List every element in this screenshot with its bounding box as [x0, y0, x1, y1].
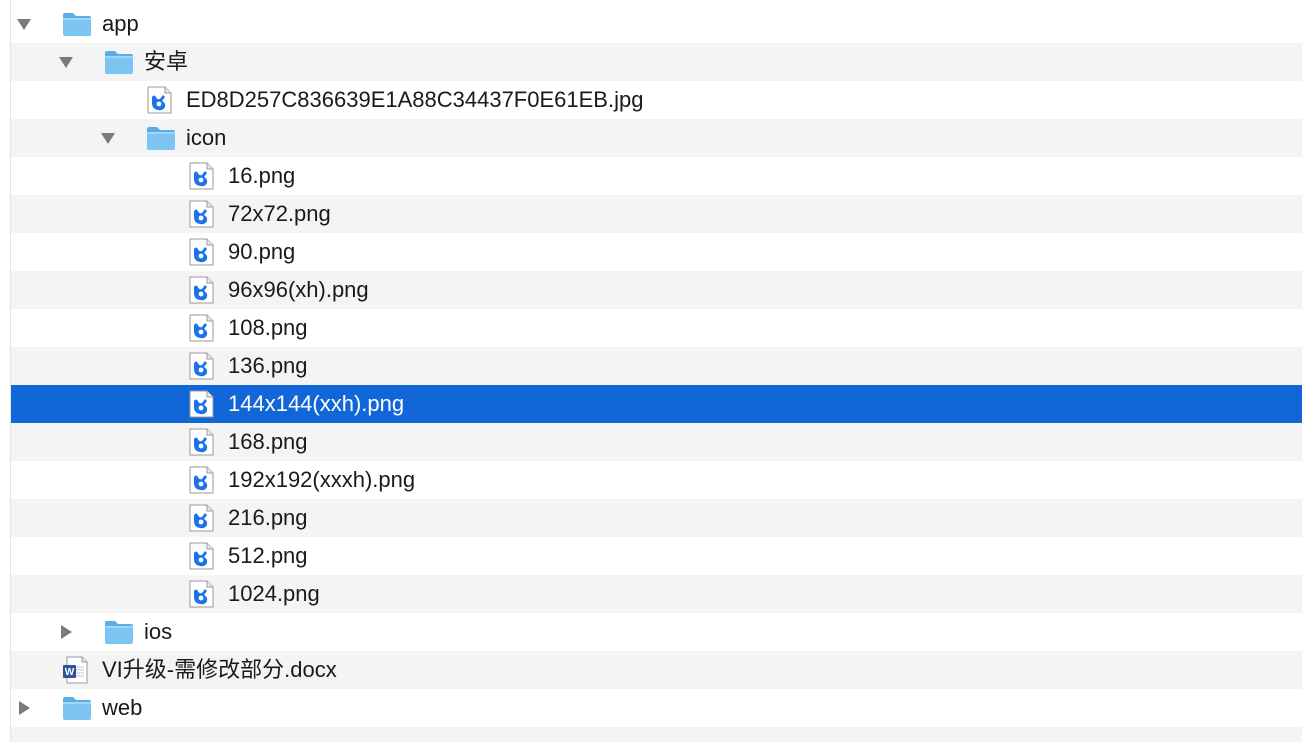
image-file-icon — [188, 580, 214, 608]
svg-text:W: W — [65, 667, 75, 678]
image-row-96x96-xh-png[interactable]: 96x96(xh).png — [10, 271, 1302, 309]
folder-row-icon[interactable]: icon — [10, 119, 1302, 157]
file-name-label: icon — [186, 125, 227, 150]
file-name-label: 1024.png — [228, 581, 320, 606]
image-row-136-png[interactable]: 136.png — [10, 347, 1302, 385]
image-file-icon — [188, 200, 214, 228]
image-row-192x192-xxxh-png[interactable]: 192x192(xxxh).png — [10, 461, 1302, 499]
file-name-label: 144x144(xxh).png — [228, 391, 405, 416]
image-row-144x144-xxh-png[interactable]: 144x144(xxh).png — [10, 385, 1302, 423]
file-name-label: app — [102, 11, 139, 36]
image-row-512-png[interactable]: 512.png — [10, 537, 1302, 575]
file-name-label: web — [102, 695, 143, 720]
file-name-label: 72x72.png — [228, 201, 331, 226]
disclosure-expanded-icon[interactable] — [15, 15, 33, 33]
folder-row-web[interactable]: web — [10, 689, 1302, 727]
folder-row-app[interactable]: app — [10, 0, 1302, 43]
image-file-icon — [188, 162, 214, 190]
image-row-ed8d257c836639e1a88c34437f0e61eb-jpg[interactable]: ED8D257C836639E1A88C34437F0E61EB.jpg — [10, 81, 1302, 119]
file-name-label: ios — [144, 619, 173, 644]
word-document-icon: W — [62, 656, 88, 684]
image-row-108-png[interactable]: 108.png — [10, 309, 1302, 347]
word-row-vi-docx[interactable]: W VI升级-需修改部分.docx — [10, 651, 1302, 689]
image-row-1024-png[interactable]: 1024.png — [10, 575, 1302, 613]
file-name-label: VI升级-需修改部分.docx — [102, 657, 337, 682]
image-file-icon — [188, 314, 214, 342]
folder-icon — [104, 619, 134, 645]
image-file-icon — [188, 276, 214, 304]
file-name-label: 168.png — [228, 429, 308, 454]
image-file-icon — [188, 542, 214, 570]
file-name-label: 安卓 — [144, 49, 189, 74]
file-name-label: ED8D257C836639E1A88C34437F0E61EB.jpg — [186, 87, 644, 112]
folder-icon — [146, 125, 176, 151]
empty-row — [10, 727, 1302, 742]
file-name-label: 216.png — [228, 505, 308, 530]
disclosure-expanded-icon[interactable] — [57, 53, 75, 71]
file-name-label: 96x96(xh).png — [228, 277, 369, 302]
image-row-72x72-png[interactable]: 72x72.png — [10, 195, 1302, 233]
image-file-icon — [188, 352, 214, 380]
file-tree: app 安卓 ED8D257C836639E1A88C34437F0E61EB.… — [0, 0, 1302, 742]
disclosure-expanded-icon[interactable] — [99, 129, 117, 147]
folder-icon — [62, 11, 92, 37]
image-row-216-png[interactable]: 216.png — [10, 499, 1302, 537]
file-name-label: 108.png — [228, 315, 308, 340]
folder-row-row-1[interactable]: 安卓 — [10, 43, 1302, 81]
image-file-icon — [188, 390, 214, 418]
image-file-icon — [188, 238, 214, 266]
file-name-label: 192x192(xxxh).png — [228, 467, 416, 492]
image-row-16-png[interactable]: 16.png — [10, 157, 1302, 195]
image-row-168-png[interactable]: 168.png — [10, 423, 1302, 461]
image-file-icon — [188, 466, 214, 494]
left-edge-divider — [0, 0, 11, 742]
image-row-90-png[interactable]: 90.png — [10, 233, 1302, 271]
folder-icon — [62, 695, 92, 721]
image-file-icon — [188, 428, 214, 456]
folder-icon — [104, 49, 134, 75]
disclosure-collapsed-icon[interactable] — [57, 623, 75, 641]
image-file-icon — [188, 504, 214, 532]
file-name-label: 512.png — [228, 543, 308, 568]
image-file-icon — [146, 86, 172, 114]
folder-row-ios[interactable]: ios — [10, 613, 1302, 651]
file-name-label: 136.png — [228, 353, 308, 378]
disclosure-collapsed-icon[interactable] — [15, 699, 33, 717]
file-name-label: 90.png — [228, 239, 296, 264]
file-name-label: 16.png — [228, 163, 296, 188]
